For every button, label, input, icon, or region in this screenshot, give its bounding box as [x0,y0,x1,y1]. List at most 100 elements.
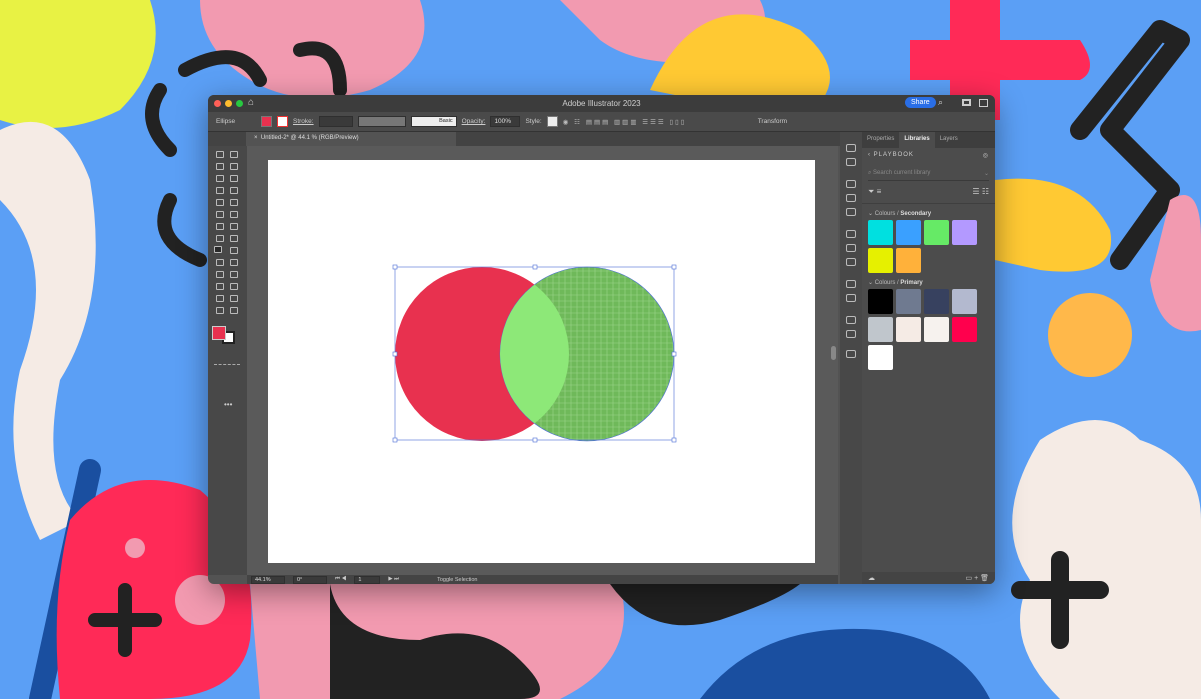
filter-icon[interactable]: ⏷ ≡ [868,187,881,197]
rotation-field[interactable]: 0° [293,575,327,584]
export-icon[interactable] [846,316,856,324]
fill-color-box[interactable] [212,326,226,340]
tab-libraries[interactable]: Libraries [899,132,935,148]
artboard-number-field[interactable]: 1 [354,575,381,584]
variable-width-profile[interactable] [357,116,406,127]
search-icon[interactable]: ⌕ [938,97,943,108]
library-back-button[interactable]: ‹ PLAYBOOK [868,152,914,159]
zoom-tool-icon[interactable] [230,307,238,314]
symbol-sprayer-tool-icon[interactable] [216,283,224,290]
artwork [392,264,677,443]
lasso-tool-icon[interactable] [230,163,238,170]
tab-properties[interactable]: Properties [862,132,899,148]
hand-tool-icon[interactable] [216,307,224,314]
slice-tool-icon[interactable] [230,295,238,302]
cloud-icon[interactable]: ☁ [868,574,875,582]
transform-button[interactable]: Transform [758,118,787,125]
vertical-scrollbar[interactable] [831,346,836,360]
magic-wand-tool-icon[interactable] [216,163,224,170]
secondary-swatches [862,220,995,273]
color-swatch[interactable] [952,289,977,314]
share-button[interactable]: Share [905,97,936,108]
shape-builder-tool-icon[interactable] [214,246,222,253]
pathfinder-icon[interactable] [846,330,856,338]
view-list-icon[interactable]: ☰ ☷ [972,187,989,197]
workspace-icon[interactable] [962,99,971,106]
type-tool-icon[interactable] [216,187,224,194]
rotate-tool-icon[interactable] [216,223,224,230]
color-swatch[interactable] [952,317,977,342]
symbols-icon[interactable] [846,194,856,202]
color-swatch[interactable] [868,345,893,370]
color-swatch[interactable] [924,220,949,245]
selection-tool-icon[interactable] [216,151,224,158]
stroke-swatch[interactable] [277,116,288,127]
document-tab[interactable]: × Untitled-2* @ 44.1 % (RGB/Preview) [246,132,456,146]
color-swatch[interactable] [868,289,893,314]
mesh-tool-icon[interactable] [216,259,224,266]
color-swatch[interactable] [896,220,921,245]
color-swatch[interactable] [868,248,893,273]
chevron-down-icon[interactable]: ⌄ [984,170,989,177]
graphic-styles-icon[interactable] [846,294,856,302]
artboard-nav-next[interactable]: ▶ ⏭ [388,576,399,583]
group-header-primary[interactable]: ⌄ Colours / Primary [868,279,995,286]
artboard-nav-prev[interactable]: ⏮ ◀ [335,576,346,583]
appearance-panel-icon[interactable] [846,280,856,288]
color-swatch[interactable] [868,317,893,342]
gradient-tool-icon[interactable] [230,259,238,266]
paintbrush-tool-icon[interactable] [230,199,238,206]
shaper-tool-icon[interactable] [216,211,224,218]
close-tab-icon[interactable]: × [254,135,258,141]
eraser-tool-icon[interactable] [230,211,238,218]
graphic-style-swatch[interactable] [546,116,558,127]
line-tool-icon[interactable] [230,187,238,194]
fill-swatch[interactable] [261,116,272,127]
links-icon[interactable] [846,350,856,358]
status-mode[interactable]: Toggle Selection [437,577,477,583]
artboard-tool-icon[interactable] [216,295,224,302]
color-swatch[interactable] [896,317,921,342]
color-panel-icon[interactable] [846,144,856,152]
color-swatch[interactable] [896,289,921,314]
warp-tool-icon[interactable] [216,235,224,242]
eyedropper-tool-icon[interactable] [216,271,224,278]
scale-tool-icon[interactable] [230,223,238,230]
color-swatch[interactable] [924,317,949,342]
align-icons[interactable]: ◉ ☷ ▤▤▤ ▥▥▥ ☰☰☰ ▯▯▯ [563,118,753,126]
stroke-panel-icon[interactable] [846,230,856,238]
document-tab-title: Untitled-2* @ 44.1 % (RGB/Preview) [260,135,359,141]
direct-selection-tool-icon[interactable] [230,151,238,158]
pen-tool-icon[interactable] [216,175,224,182]
collaborate-icon[interactable]: ◎ [983,152,989,159]
library-search[interactable]: ⌕ Search current library ⌄ [868,167,989,181]
opacity-field[interactable]: 100% [490,116,521,127]
color-swatch[interactable] [924,289,949,314]
canvas-area[interactable] [247,146,838,575]
free-transform-tool-icon[interactable] [230,235,238,242]
curvature-tool-icon[interactable] [230,175,238,182]
artboard[interactable] [268,160,815,563]
title-bar: ⌂ Adobe Illustrator 2023 Share ⌕ [208,95,995,112]
color-swatch[interactable] [952,220,977,245]
perspective-grid-tool-icon[interactable] [230,247,238,254]
brushes-icon[interactable] [846,180,856,188]
color-swatch[interactable] [896,248,921,273]
more-tools-icon[interactable]: ••• [224,400,232,409]
tab-layers[interactable]: Layers [935,132,963,148]
color-swatch[interactable] [868,220,893,245]
gradient-panel-icon[interactable] [846,244,856,252]
zoom-level-field[interactable]: 44.1% [251,575,285,584]
group-header-secondary[interactable]: ⌄ Colours / Secondary [868,210,995,217]
stroke-weight-field[interactable] [318,116,353,127]
color-mode-icons[interactable] [214,364,240,370]
club-icon[interactable] [846,208,856,216]
graph-tool-icon[interactable] [230,283,238,290]
blend-tool-icon[interactable] [230,271,238,278]
document-info-icon[interactable] [846,158,856,166]
arrange-documents-icon[interactable] [979,99,988,107]
add-element-icons[interactable]: ▭ + 🗑 [966,574,989,582]
rectangle-tool-icon[interactable] [216,199,224,206]
transparency-panel-icon[interactable] [846,258,856,266]
brush-definition[interactable]: Basic [410,116,457,127]
